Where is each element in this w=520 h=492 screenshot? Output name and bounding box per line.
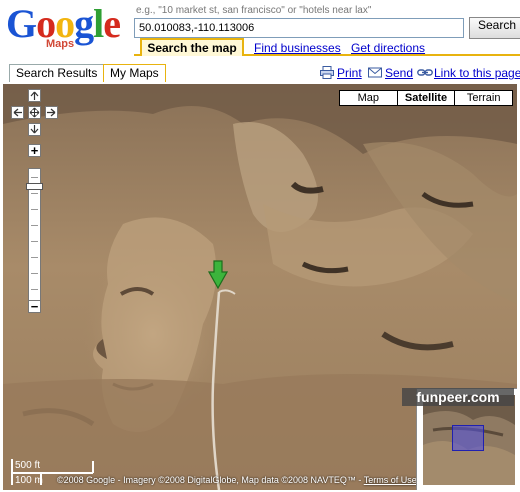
printer-icon[interactable] [320, 66, 334, 79]
overview-map-imagery [423, 395, 515, 485]
scale-label-meters: 100 m [15, 475, 43, 486]
zoom-notch [31, 289, 38, 290]
pan-up-button[interactable] [28, 89, 41, 102]
tab-search-the-map[interactable]: Search the map [140, 38, 244, 56]
zoom-notch [31, 225, 38, 226]
arrow-left-icon [13, 108, 22, 117]
location-marker-icon[interactable] [208, 260, 228, 290]
center-icon [29, 107, 40, 118]
search-maps-button[interactable]: Search Maps [469, 17, 520, 39]
print-link[interactable]: Print [337, 66, 362, 80]
google-maps-logo[interactable]: Google Maps [6, 2, 128, 52]
tab-search-results[interactable]: Search Results [9, 64, 105, 82]
terms-of-use-link[interactable]: Terms of Use [364, 475, 417, 485]
logo-letter: g [74, 1, 94, 46]
watermark: funpeer.com [402, 388, 514, 406]
map-type-map[interactable]: Map [340, 91, 398, 105]
zoom-notch [31, 273, 38, 274]
zoom-in-button[interactable]: + [28, 144, 41, 157]
logo-letter: e [103, 1, 121, 46]
overview-viewport-box[interactable] [452, 425, 484, 451]
logo-letter: l [93, 1, 104, 46]
search-input[interactable] [134, 18, 464, 38]
send-link[interactable]: Send [385, 66, 413, 80]
pan-left-button[interactable] [11, 106, 24, 119]
link-to-this-page[interactable]: Link to this page [434, 66, 520, 80]
zoom-notch [31, 209, 38, 210]
logo-letter: G [6, 1, 37, 46]
map-type-terrain[interactable]: Terrain [455, 91, 513, 105]
logo-subtitle: Maps [46, 38, 75, 50]
zoom-out-button[interactable]: − [28, 300, 41, 313]
zoom-notch [31, 193, 38, 194]
arrow-down-icon [30, 125, 39, 134]
pan-right-button[interactable] [45, 106, 58, 119]
scale-label-feet: 500 ft [15, 460, 41, 471]
arrow-right-icon [47, 108, 56, 117]
zoom-notch [31, 257, 38, 258]
search-hint: e.g., "10 market st, san francisco" or "… [136, 5, 372, 16]
map-copyright: ©2008 Google - Imagery ©2008 DigitalGlob… [57, 475, 417, 485]
tab-get-directions[interactable]: Get directions [351, 41, 425, 55]
zoom-slider[interactable] [26, 168, 43, 308]
pan-down-button[interactable] [28, 123, 41, 136]
chain-link-icon[interactable] [417, 66, 433, 79]
tab-my-maps[interactable]: My Maps [103, 64, 166, 82]
map-type-satellite[interactable]: Satellite [397, 91, 456, 105]
pan-center-button[interactable] [28, 106, 41, 119]
map-type-selector: Map Satellite Terrain [339, 90, 513, 106]
zoom-notch [31, 177, 38, 178]
copyright-text: ©2008 Google - Imagery ©2008 DigitalGlob… [57, 475, 364, 485]
tab-find-businesses[interactable]: Find businesses [254, 41, 341, 55]
zoom-slider-thumb[interactable] [26, 183, 43, 190]
envelope-icon[interactable] [368, 66, 382, 79]
zoom-notch [31, 241, 38, 242]
satellite-map[interactable]: Map Satellite Terrain + − 500 ft 100 m ©… [3, 84, 517, 490]
arrow-up-icon [30, 91, 39, 100]
